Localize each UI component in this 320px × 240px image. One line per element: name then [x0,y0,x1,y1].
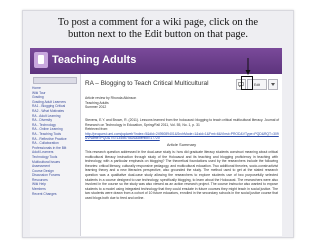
site-title[interactable]: Teaching Adults [52,54,136,66]
instruction-line-2: button next to the Edit button on that p… [68,29,248,40]
sidebar-button[interactable] [33,77,77,84]
sidebar: Home Wiki Tour Grading Grading Adult Lea… [30,74,81,236]
pointer-arrow-icon [245,58,251,75]
chevron-down-icon [271,83,275,86]
sidebar-nav: Home Wiki Tour Grading Grading Adult Lea… [30,86,80,196]
wiki-screenshot: Teaching Adults Home Wiki Tour Grading G… [30,48,282,236]
page-header: RA – Blogging to Teach Critical Multicul… [85,58,280,93]
article-summary-body: This research question addressed in the … [85,150,278,200]
more-options-button[interactable] [268,79,278,90]
article-summary-heading: Article Summary [166,142,197,147]
instruction-text: To post a comment for a wiki page, click… [23,17,293,41]
article-meta: Article review by Rhonda Atkinson Teachi… [85,96,280,110]
comment-button-highlight [241,76,253,90]
citation: Stevens, E.Y. and Brown, R. (2011). Less… [85,118,280,141]
wiki-logo-icon[interactable] [34,52,48,68]
meta-line: Summer 2012 [85,105,107,109]
citation-text: Stevens, E.Y. and Brown, R. (2011). Less… [85,118,280,127]
page-content: RA – Blogging to Teach Critical Multicul… [81,58,282,236]
instruction-line-1: To post a comment for a wiki page, click… [57,17,259,28]
sidebar-item[interactable]: Recent Changes [32,192,78,197]
page-title: RA – Blogging to Teach Critical Multicul… [85,80,209,87]
article-link[interactable]: http://proquest.umi.com/pqdweb?index=5&d… [85,132,279,141]
